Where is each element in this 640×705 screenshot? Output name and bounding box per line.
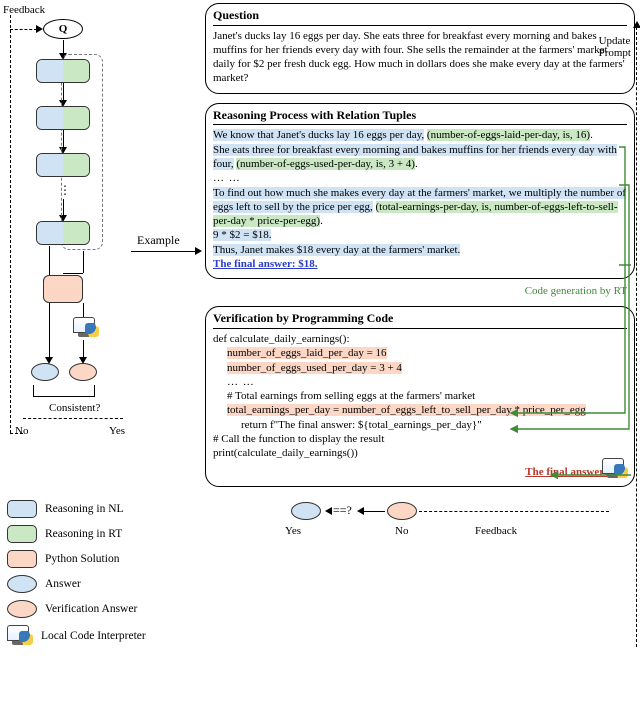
bf-feedback-label: Feedback xyxy=(475,524,517,538)
arrP xyxy=(83,303,84,317)
no-label: No xyxy=(15,424,28,438)
example-label: Example xyxy=(137,233,180,249)
bf-answer xyxy=(291,502,321,520)
legend-py: Python Solution xyxy=(45,552,119,567)
reasoning-step-2 xyxy=(36,106,90,130)
legend-rt-swatch xyxy=(7,525,37,543)
r1-nl: We know that Janet's ducks lay 16 eggs p… xyxy=(213,129,424,141)
v-l5: # Total earnings from selling eggs at th… xyxy=(213,389,627,403)
example-arrow xyxy=(131,251,197,252)
reasoning-step-3 xyxy=(36,153,90,177)
verification-body: def calculate_daily_earnings(): number_o… xyxy=(213,328,627,479)
interpreter-icon-left xyxy=(73,317,99,339)
v-l2: number_of_eggs_laid_per_day = 16 xyxy=(227,347,387,359)
legend-ans: Answer xyxy=(45,577,81,592)
bf-line-r xyxy=(363,511,385,512)
bf-verification xyxy=(387,502,417,520)
v-l9: print(calculate_daily_earnings()) xyxy=(213,447,358,459)
verification-title: Verification by Programming Code xyxy=(213,311,627,327)
v-l3: number_of_eggs_used_per_day = 3 + 4 xyxy=(227,362,402,374)
legend-rt: Reasoning in RT xyxy=(45,527,122,542)
bf-feed-line xyxy=(419,511,609,512)
interpreter-icon-right xyxy=(602,458,628,480)
left-flow-column: Feedback Q ⋮ C xyxy=(3,3,198,701)
legend-interp: Local Code Interpreter xyxy=(41,629,146,644)
v-l7: return f"The final answer: ${total_earni… xyxy=(213,418,627,432)
verification-answer-node xyxy=(69,363,97,381)
legend: Reasoning in NL Reasoning in RT Python S… xyxy=(7,493,146,654)
update-prompt-head xyxy=(633,21,640,28)
feedback-dash-v xyxy=(10,15,11,433)
codegen-label: Code generation by RT xyxy=(525,284,627,298)
arrR1m xyxy=(63,273,83,274)
v-l4: … … xyxy=(213,375,627,389)
legend-ver: Verification Answer xyxy=(45,602,137,617)
v-l6: total_earnings_per_day = number_of_eggs_… xyxy=(227,404,586,416)
reasoning-title: Reasoning Process with Relation Tuples xyxy=(213,108,627,124)
bf-arr-l2 xyxy=(357,507,364,515)
answer-node xyxy=(31,363,59,381)
yesno-line xyxy=(23,418,123,419)
r-concl: Thus, Janet makes $18 every day at the f… xyxy=(213,244,460,256)
legend-nl-swatch xyxy=(7,500,37,518)
consistent-label: Consistent? xyxy=(49,401,100,415)
question-panel: Question Janet's ducks lay 16 eggs per d… xyxy=(205,3,635,94)
bf-yes: Yes xyxy=(285,524,301,538)
reasoning-body: We know that Janet's ducks lay 16 eggs p… xyxy=(213,124,627,271)
reasoning-final: The final answer: $18. xyxy=(213,258,318,270)
between-panels: Code generation by RT xyxy=(205,288,635,306)
v-l1: def calculate_daily_earnings(): xyxy=(213,333,350,345)
feedback-arrow-head xyxy=(36,25,43,33)
bf-eq-label: ==? xyxy=(333,503,352,519)
python-solution-node xyxy=(43,275,83,303)
bf-no: No xyxy=(395,524,408,538)
reasoning-panel: Reasoning Process with Relation Tuples W… xyxy=(205,103,635,280)
legend-ans-swatch xyxy=(7,575,37,593)
question-body: Janet's ducks lay 16 eggs per day. She e… xyxy=(213,25,627,86)
reasoning-step-1 xyxy=(36,59,90,83)
yes-label: Yes xyxy=(109,424,125,438)
v-l8: # Call the function to display the resul… xyxy=(213,433,384,445)
bottom-compare-flow: ==? Yes No Feedback xyxy=(205,496,635,540)
legend-py-swatch xyxy=(7,550,37,568)
update-prompt-line xyxy=(636,27,637,647)
r2-rt: (number-of-eggs-used-per-day, is, 3 + 4) xyxy=(236,158,415,170)
r-dots: … … xyxy=(213,172,241,184)
bf-arr-l xyxy=(325,507,332,515)
right-column: Question Janet's ducks lay 16 eggs per d… xyxy=(205,3,635,540)
arrR1 xyxy=(83,251,84,273)
flow-diagram: Feedback Q ⋮ C xyxy=(3,3,198,473)
update-prompt-label: Update Prompt xyxy=(599,35,631,59)
feedback-dash-top xyxy=(10,29,37,30)
verification-panel: Verification by Programming Code def cal… xyxy=(205,306,635,487)
compare-bracket xyxy=(33,385,95,397)
legend-ver-swatch xyxy=(7,600,37,618)
legend-nl: Reasoning in NL xyxy=(45,502,124,517)
example-arrow-head xyxy=(195,247,202,255)
arrL xyxy=(49,246,50,361)
reasoning-step-n xyxy=(36,221,90,245)
question-title: Question xyxy=(213,8,627,24)
q-node: Q xyxy=(43,19,83,39)
r1-rt: (number-of-eggs-laid-per-day, is, 16) xyxy=(427,129,590,141)
r-calc: 9 * $2 = $18. xyxy=(213,229,271,241)
legend-interp-swatch xyxy=(7,625,33,647)
